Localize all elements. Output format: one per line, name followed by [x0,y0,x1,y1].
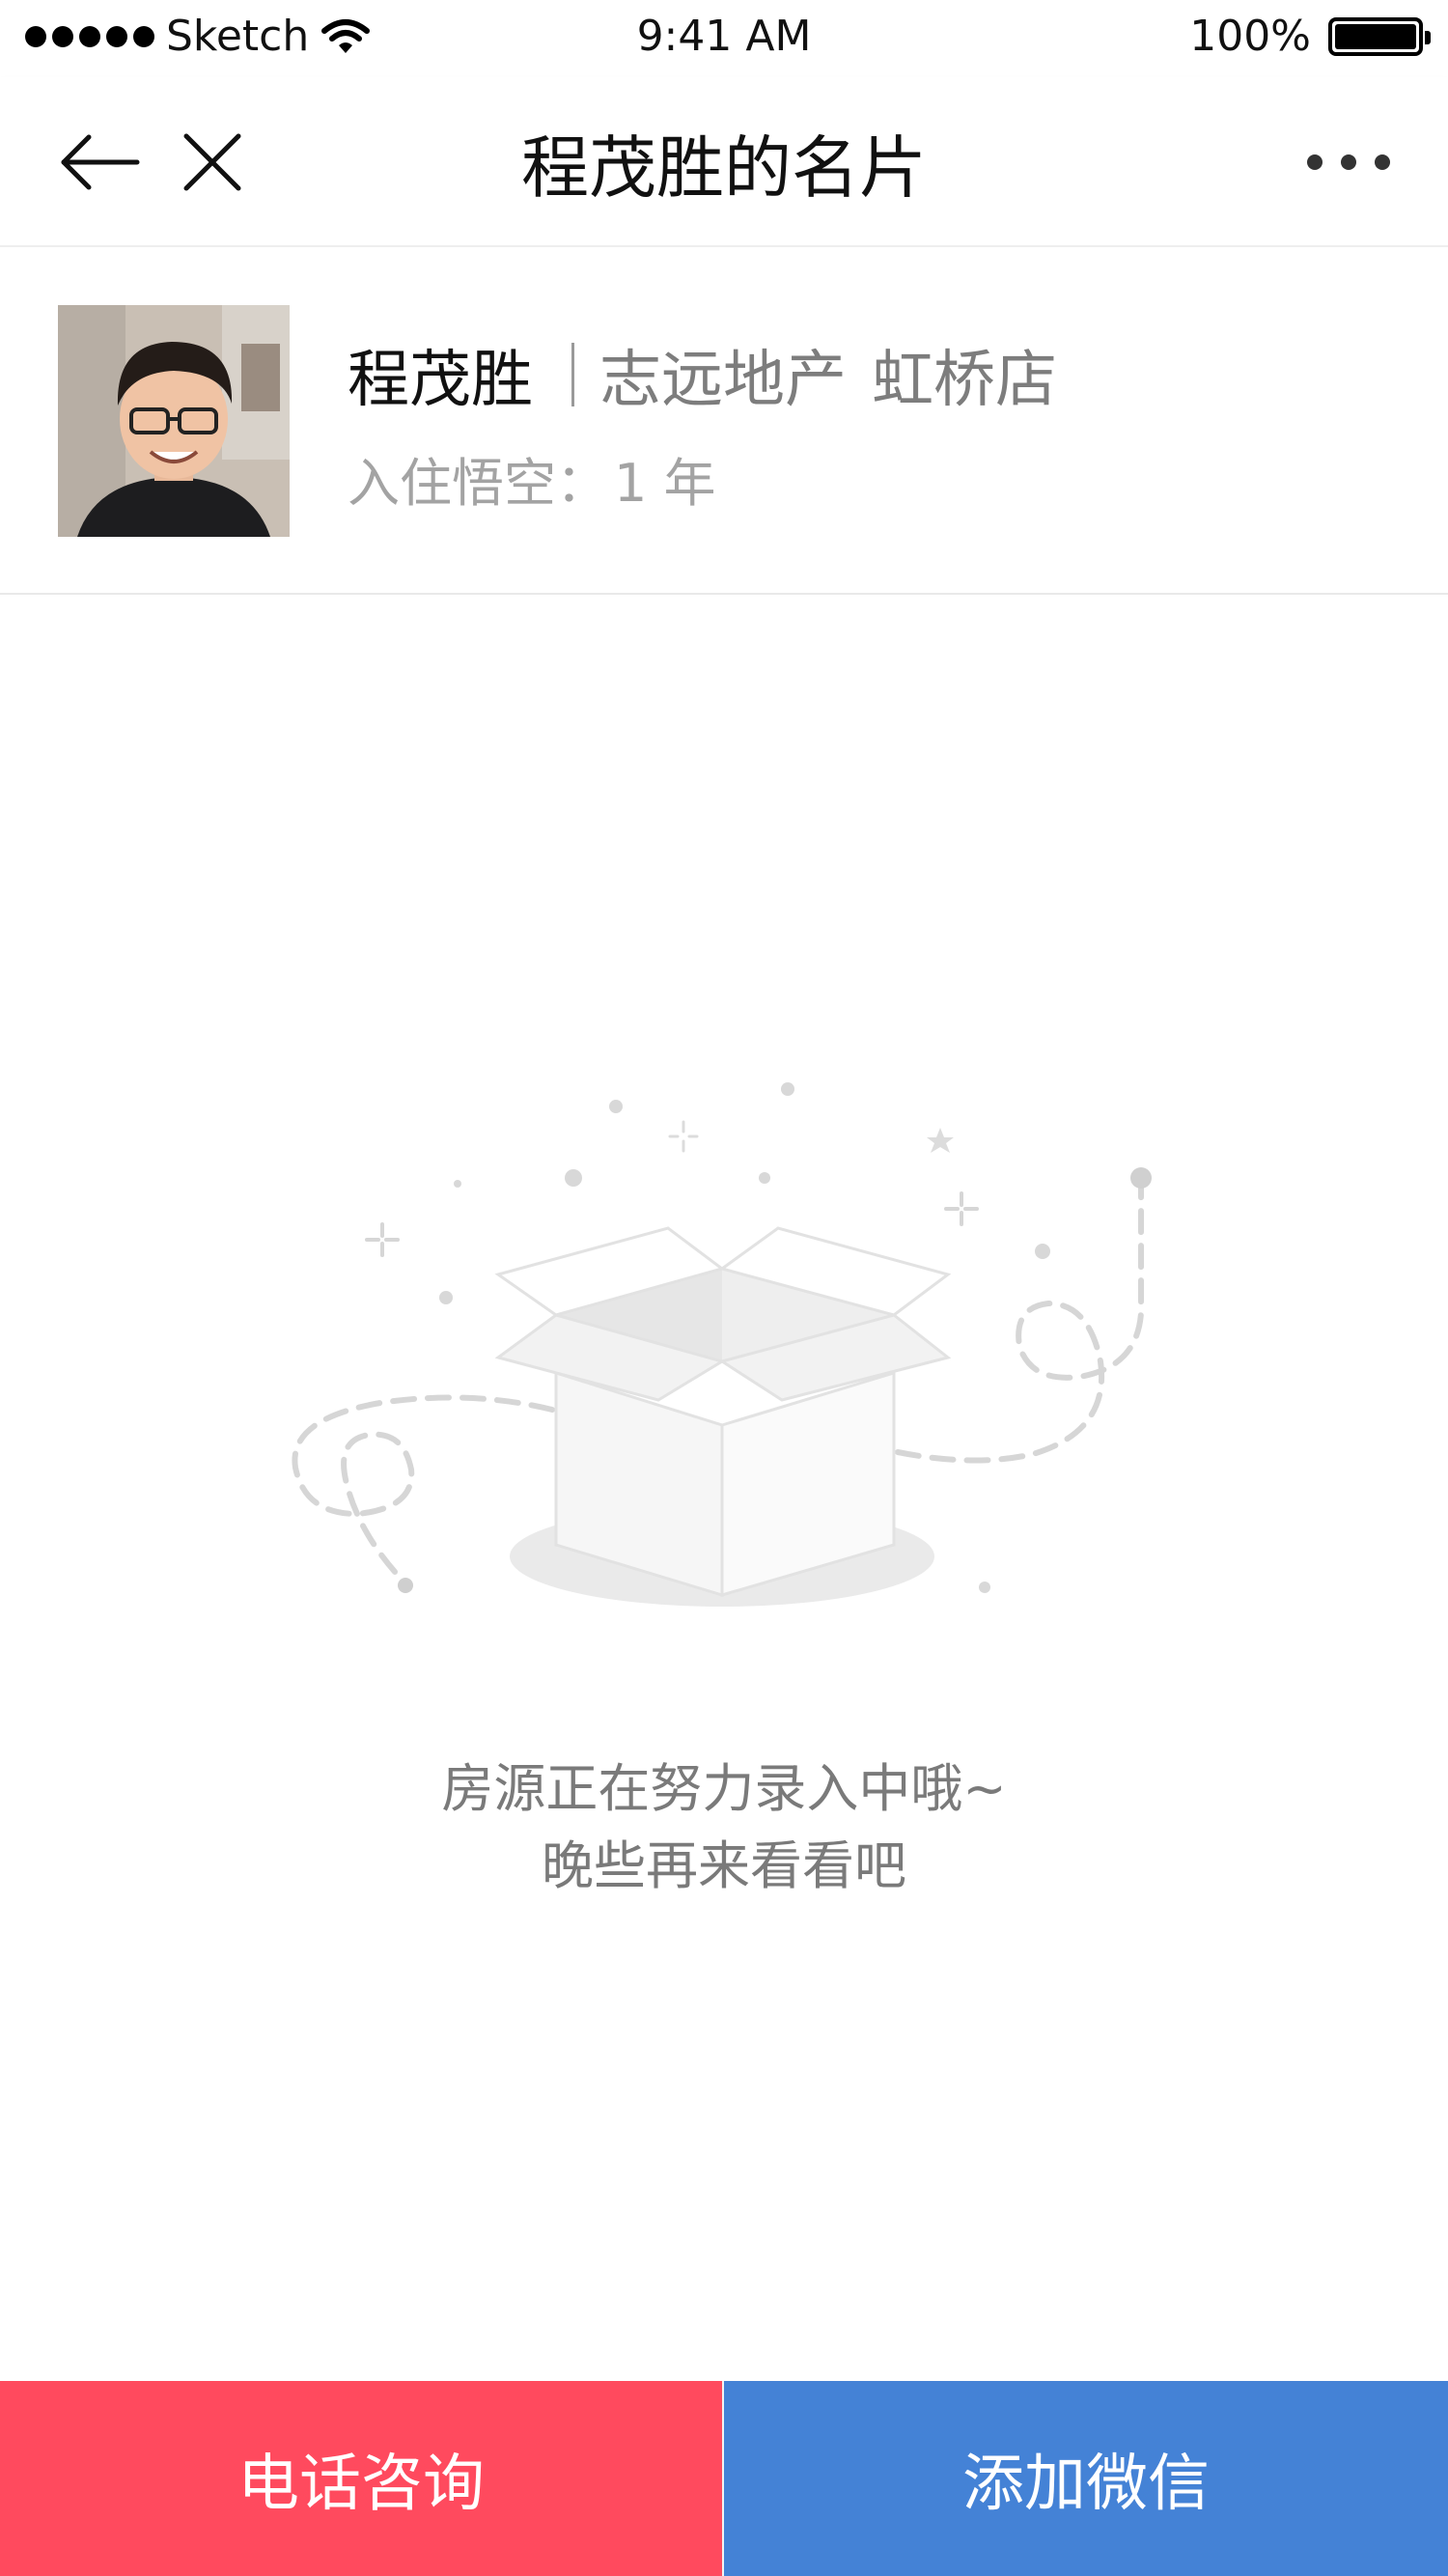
agent-card: 程茂胜 志远地产 虹桥店 入住悟空： 1 年 [0,247,1448,595]
status-right: 100% [1189,12,1431,61]
page-title: 程茂胜的名片 [521,127,927,208]
close-button[interactable] [174,77,251,247]
empty-message-line1: 房源正在努力录入中哦~ [441,1758,1007,1819]
empty-box-icon [292,1082,1152,1607]
more-button[interactable] [1295,77,1402,247]
more-icon [1307,154,1390,170]
tenure: 入住悟空： 1 年 [348,440,716,517]
agent-company: 志远地产 [599,345,847,416]
battery-level [1335,23,1416,49]
close-icon [183,133,241,191]
agent-name-row: 程茂胜 志远地产 虹桥店 [348,330,1057,419]
empty-message-line2: 晚些再来看看吧 [542,1835,906,1896]
battery-icon [1328,16,1431,56]
tenure-label: 入住悟空： [348,453,608,514]
nav-bar: 程茂胜的名片 [0,77,1448,247]
back-button[interactable] [52,77,149,247]
agent-store: 虹桥店 [872,345,1057,416]
action-bar: 电话咨询 添加微信 [0,2381,1448,2576]
avatar [58,305,290,537]
back-arrow-icon [61,134,140,190]
tenure-value: 1 年 [614,453,716,514]
add-wechat-button[interactable]: 添加微信 [724,2381,1448,2576]
battery-percent: 100% [1189,12,1311,61]
name-divider [571,343,574,406]
agent-name: 程茂胜 [348,345,533,416]
call-button[interactable]: 电话咨询 [0,2381,724,2576]
status-bar: Sketch 9:41 AM 100% [0,0,1448,77]
